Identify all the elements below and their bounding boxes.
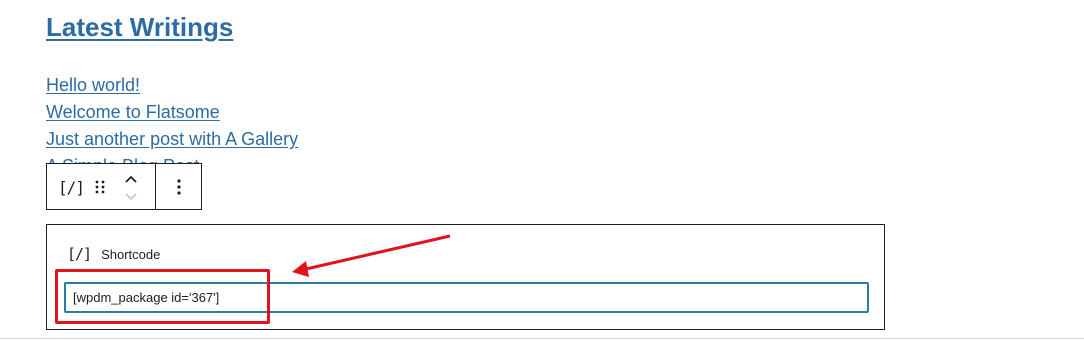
chevron-down-icon[interactable]	[121, 188, 141, 204]
more-vertical-icon[interactable]	[169, 177, 189, 197]
shortcode-block-label: [/] Shortcode	[67, 245, 160, 263]
shortcode-block-title: Shortcode	[101, 246, 161, 262]
block-toolbar-main: [/]	[47, 164, 156, 209]
page-title[interactable]: Latest Writings	[46, 12, 233, 43]
post-link[interactable]: Hello world!	[46, 72, 446, 99]
post-link[interactable]: Just another post with A Gallery	[46, 126, 446, 153]
shortcode-icon[interactable]: [/]	[58, 177, 85, 197]
block-toolbar-options	[156, 164, 201, 209]
divider	[0, 338, 1084, 339]
block-toolbar: [/]	[46, 163, 202, 210]
post-link[interactable]: Welcome to Flatsome	[46, 99, 446, 126]
post-list: Hello world! Welcome to Flatsome Just an…	[46, 72, 446, 164]
chevron-up-icon[interactable]	[121, 171, 141, 187]
shortcode-input[interactable]	[64, 282, 869, 313]
shortcode-icon: [/]	[67, 245, 92, 263]
drag-handle-icon[interactable]	[91, 177, 109, 197]
shortcode-block[interactable]: [/] Shortcode	[46, 224, 885, 330]
